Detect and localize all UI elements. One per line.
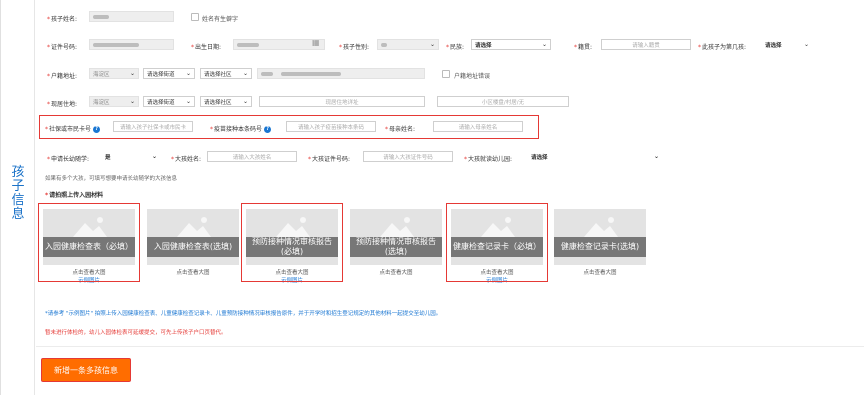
elder-kindergarten-label: *大孩就读幼儿园: — [464, 156, 513, 163]
elder-name-input[interactable]: 请输入大孩姓名 — [207, 151, 297, 162]
chevron-down-icon: ⌄ — [803, 41, 809, 48]
section-title-char: 信 — [11, 193, 25, 208]
help-icon[interactable]: ? — [93, 126, 101, 133]
elder-name-label: *大孩姓名: — [171, 156, 202, 163]
highlight-box — [446, 203, 548, 282]
calendar-icon[interactable]: ▦ — [312, 38, 320, 47]
residence-street-select[interactable]: 请选择街道 ⌄ — [143, 96, 195, 107]
card-caption: 预防接种情况审核报告(选填) — [350, 237, 442, 257]
gender-label: *孩子性别: — [339, 44, 370, 51]
child-info-form: 孩 子 信 息 *孩子姓名: 姓名有生僻字 *证件号码: *出生日期: ▦ *孩… — [0, 0, 864, 395]
id-number-input[interactable] — [89, 39, 174, 50]
elder-kindergarten-select[interactable]: 请选择 ⌄ — [527, 151, 663, 162]
upload-card-kg-health-optional[interactable]: 入园健康检查表(选填) 点击查看大图 — [147, 209, 239, 283]
chevron-down-icon: ⌄ — [242, 70, 248, 77]
multi-child-note: 如果有多个大孩，可填写想要申请长幼随学的大孩信息 — [45, 176, 178, 182]
upload-card-health-record-optional[interactable]: 健康检查记录卡(选填) 点击查看大图 — [554, 209, 646, 283]
elder-id-input[interactable]: 请输入大孩证件号码 — [363, 151, 453, 162]
chevron-down-icon: ⌄ — [541, 41, 547, 48]
hukou-error-checkbox[interactable] — [442, 70, 450, 78]
hukou-community-select[interactable]: 请选择社区 ⌄ — [200, 68, 252, 79]
vaccine-code-input[interactable]: 请输入孩子疫苗接种本条码 — [286, 121, 376, 132]
section-title-char: 孩 — [11, 165, 25, 180]
child-name-label: *孩子姓名: — [47, 16, 78, 23]
vaccine-code-label: *疫苗接种本条码号? — [210, 124, 272, 133]
chevron-down-icon: ⌄ — [185, 70, 191, 77]
card-caption: 入园健康检查表(选填) — [147, 237, 239, 257]
section-title-char: 子 — [11, 179, 25, 194]
hukou-error-label: 户籍地址错误 — [454, 73, 491, 80]
id-number-label: *证件号码: — [47, 44, 78, 51]
hukou-district-select[interactable]: 海淀区 ⌄ — [89, 68, 139, 79]
residence-community-select[interactable]: 请选择社区 ⌄ — [200, 96, 252, 107]
dob-label: *出生日期: — [191, 44, 222, 51]
chevron-down-icon: ⌄ — [129, 98, 135, 105]
upload-warning-note: 暂未进行体检的，幼儿入园体检表可延缓提交，可先上传孩子户口页替代。 — [45, 330, 227, 336]
child-order-label: *此孩子为第几孩: — [698, 44, 747, 51]
chevron-down-icon: ⌄ — [653, 153, 659, 160]
view-large-link[interactable]: 点击查看大图 — [554, 268, 646, 276]
divider — [36, 346, 864, 347]
chevron-down-icon: ⌄ — [429, 41, 435, 48]
nation-select[interactable]: 请选择 ⌄ — [471, 39, 551, 50]
origin-label: *籍贯: — [574, 44, 593, 51]
residence-district-select[interactable]: 海淀区 ⌄ — [89, 96, 139, 107]
social-card-label: *社保或市民卡号? — [45, 124, 101, 133]
upload-instruction-note: *请参考 "示例图片" 拍照上传入园健康检查表、儿童健康检查记录卡、儿童预防接种… — [45, 311, 442, 317]
chevron-down-icon: ⌄ — [129, 70, 135, 77]
section-title-char: 息 — [11, 207, 25, 222]
mother-name-label: *母亲姓名: — [385, 126, 416, 133]
sibling-apply-select[interactable]: 是 ⌄ — [101, 151, 161, 162]
rare-char-label: 姓名有生僻字 — [202, 16, 239, 23]
chevron-down-icon: ⌄ — [151, 153, 157, 160]
hukou-address-input[interactable] — [257, 68, 425, 79]
chevron-down-icon: ⌄ — [185, 98, 191, 105]
sibling-apply-label: *申请长幼随学: — [47, 156, 90, 163]
add-child-button[interactable]: 新增一条多孩信息 — [41, 358, 131, 382]
origin-input[interactable]: 请输入籍贯 — [601, 39, 691, 50]
rare-char-checkbox[interactable] — [191, 13, 199, 21]
residence-label: *现居住地: — [47, 101, 78, 108]
chevron-down-icon: ⌄ — [242, 98, 248, 105]
elder-id-label: *大孩证件号码: — [308, 156, 351, 163]
help-icon[interactable]: ? — [264, 126, 272, 133]
card-caption: 健康检查记录卡(选填) — [554, 237, 646, 257]
upload-card-vaccine-optional[interactable]: 预防接种情况审核报告(选填) 点击查看大图 — [350, 209, 442, 283]
hukou-label: *户籍地址: — [47, 73, 78, 80]
section-title: 孩 子 信 息 — [10, 166, 26, 222]
social-card-input[interactable]: 请输入孩子社保卡或市民卡 — [113, 121, 193, 132]
nation-label: *民族: — [446, 44, 465, 51]
residence-address-input[interactable]: 现居住地详址 — [259, 96, 425, 107]
upload-title: *请拍照上传入园材料 — [45, 192, 104, 199]
child-order-select[interactable]: 请选择 ⌄ — [761, 39, 813, 50]
hukou-street-select[interactable]: 请选择街道 ⌄ — [143, 68, 195, 79]
mother-name-input[interactable]: 请输入母亲姓名 — [433, 121, 523, 132]
view-large-link[interactable]: 点击查看大图 — [350, 268, 442, 276]
gender-select[interactable]: ⌄ — [377, 39, 439, 50]
view-large-link[interactable]: 点击查看大图 — [147, 268, 239, 276]
child-name-input[interactable] — [89, 11, 174, 22]
section-sidebar: 孩 子 信 息 — [1, 0, 35, 395]
highlight-box — [38, 203, 140, 282]
residence-building-input[interactable]: 小区楼盘/村居/无 — [437, 96, 569, 107]
highlight-box — [241, 203, 343, 282]
